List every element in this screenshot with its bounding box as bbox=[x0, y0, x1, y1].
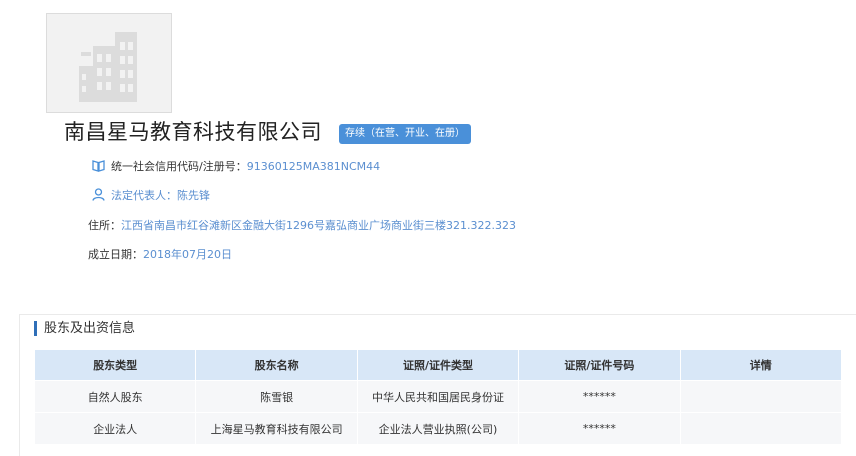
license-type-cell: 中华人民共和国居民身份证 bbox=[356, 380, 520, 413]
shareholders-section: 股东及出资信息 股东类型 股东名称 证照/证件类型 证照/证件号码 详情 自然人… bbox=[19, 314, 856, 456]
address-row: 住所：江西省南昌市红谷滩新区金融大街1296号嘉弘商业广场商业街三楼321.32… bbox=[88, 217, 516, 233]
credit-code-value: 91360125MA381NCM44 bbox=[246, 160, 381, 173]
column-header: 股东名称 bbox=[195, 349, 358, 381]
table-row: 企业法人 上海星马教育科技有限公司 企业法人营业执照(公司) ****** bbox=[33, 412, 843, 445]
details-cell[interactable] bbox=[679, 380, 843, 413]
address-label: 住所： bbox=[88, 219, 121, 232]
section-title: 股东及出资信息 bbox=[34, 321, 135, 336]
details-cell[interactable] bbox=[679, 412, 843, 445]
column-header: 股东类型 bbox=[33, 349, 197, 381]
license-type-cell: 企业法人营业执照(公司) bbox=[356, 412, 520, 445]
shareholders-table: 股东类型 股东名称 证照/证件类型 证照/证件号码 详情 自然人股东 陈雪银 中… bbox=[33, 349, 843, 445]
address-value: 江西省南昌市红谷滩新区金融大街1296号嘉弘商业广场商业街三楼321.322.3… bbox=[121, 219, 516, 232]
established-date-row: 成立日期：2018年07月20日 bbox=[88, 246, 232, 262]
column-header: 详情 bbox=[679, 349, 843, 381]
table-row: 自然人股东 陈雪银 中华人民共和国居民身份证 ****** bbox=[33, 380, 843, 413]
table-header-row: 股东类型 股东名称 证照/证件类型 证照/证件号码 详情 bbox=[33, 349, 843, 381]
building-icon bbox=[79, 32, 137, 102]
license-number-cell: ****** bbox=[518, 380, 681, 413]
license-number-cell: ****** bbox=[518, 412, 681, 445]
column-header: 证照/证件类型 bbox=[356, 349, 520, 381]
established-date-label: 成立日期： bbox=[88, 248, 143, 261]
book-icon bbox=[92, 159, 105, 175]
company-name: 南昌星马教育科技有限公司 bbox=[64, 120, 322, 144]
shareholder-name-cell: 陈雪银 bbox=[195, 380, 358, 413]
legal-rep-value[interactable]: 陈先锋 bbox=[177, 189, 210, 202]
shareholder-type-cell: 企业法人 bbox=[33, 412, 197, 445]
shareholder-type-cell: 自然人股东 bbox=[33, 380, 197, 413]
shareholder-name-cell: 上海星马教育科技有限公司 bbox=[195, 412, 358, 445]
column-header: 证照/证件号码 bbox=[518, 349, 681, 381]
company-logo bbox=[46, 13, 172, 113]
status-badge: 存续（在营、开业、在册） bbox=[339, 124, 471, 144]
legal-rep-row: 法定代表人：陈先锋 bbox=[92, 187, 210, 204]
credit-code-label: 统一社会信用代码/注册号： bbox=[111, 160, 247, 173]
established-date-value: 2018年07月20日 bbox=[143, 248, 232, 261]
person-icon bbox=[92, 188, 105, 204]
legal-rep-label: 法定代表人： bbox=[111, 189, 177, 202]
credit-code-row: 统一社会信用代码/注册号：91360125MA381NCM44 bbox=[92, 158, 380, 175]
